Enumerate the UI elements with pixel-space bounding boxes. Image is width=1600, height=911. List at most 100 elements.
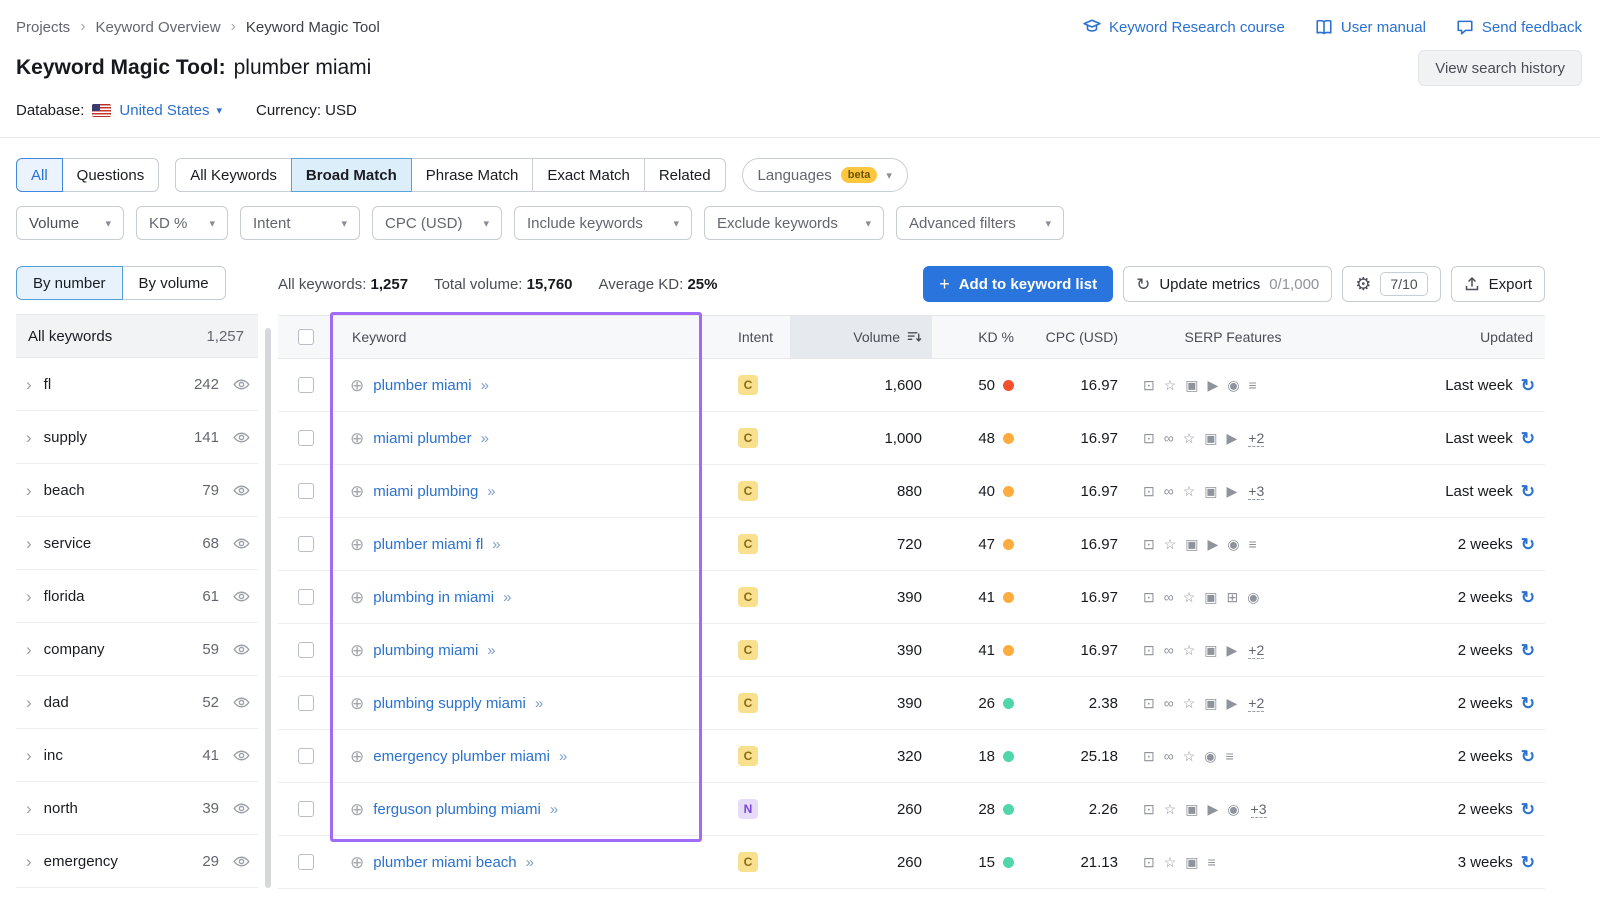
sidebar-group-emergency[interactable]: › emergency 29: [16, 835, 258, 888]
tab-related[interactable]: Related: [644, 158, 726, 192]
send-feedback-link[interactable]: Send feedback: [1456, 18, 1582, 36]
keyword-link[interactable]: miami plumbing: [373, 483, 478, 500]
eye-icon[interactable]: [233, 588, 250, 605]
update-metrics-button[interactable]: ↻ Update metrics 0/1,000: [1123, 266, 1332, 302]
eye-icon[interactable]: [233, 800, 250, 817]
add-keyword-icon[interactable]: ⊕: [350, 430, 364, 447]
sidebar-group-north[interactable]: › north 39: [16, 782, 258, 835]
sidebar-group-dad[interactable]: › dad 52: [16, 676, 258, 729]
keyword-link[interactable]: miami plumber: [373, 430, 471, 447]
serp-more-count[interactable]: +2: [1248, 695, 1264, 712]
sidebar-group-supply[interactable]: › supply 141: [16, 411, 258, 464]
tab-exact-match[interactable]: Exact Match: [532, 158, 645, 192]
open-serp-icon[interactable]: »: [550, 801, 557, 818]
sidebar-group-company[interactable]: › company 59: [16, 623, 258, 676]
breadcrumb-item-keyword-overview[interactable]: Keyword Overview: [96, 19, 221, 36]
sidebar-scrollbar[interactable]: [265, 328, 271, 888]
add-keyword-icon[interactable]: ⊕: [350, 854, 364, 871]
database-select[interactable]: United States ▾: [119, 102, 222, 119]
open-serp-icon[interactable]: »: [487, 483, 494, 500]
column-header-keyword[interactable]: Keyword: [334, 316, 702, 358]
open-serp-icon[interactable]: »: [526, 854, 533, 871]
breadcrumb-item-keyword-magic-tool[interactable]: Keyword Magic Tool: [246, 19, 380, 36]
keyword-link[interactable]: emergency plumber miami: [373, 748, 550, 765]
by-number-toggle[interactable]: By number: [16, 266, 123, 300]
eye-icon[interactable]: [233, 694, 250, 711]
tab-all-keywords[interactable]: All Keywords: [175, 158, 292, 192]
refresh-icon[interactable]: ↻: [1521, 695, 1535, 712]
add-to-keyword-list-button[interactable]: + Add to keyword list: [923, 266, 1113, 302]
row-checkbox[interactable]: [298, 642, 314, 658]
add-keyword-icon[interactable]: ⊕: [350, 483, 364, 500]
row-checkbox[interactable]: [298, 589, 314, 605]
tab-phrase-match[interactable]: Phrase Match: [411, 158, 534, 192]
filter-advanced-filters[interactable]: Advanced filters▾: [896, 206, 1064, 240]
languages-dropdown[interactable]: Languages beta ▾: [742, 158, 908, 192]
serp-more-count[interactable]: +3: [1251, 801, 1267, 818]
open-serp-icon[interactable]: »: [492, 536, 499, 553]
column-header-volume[interactable]: Volume: [790, 316, 932, 358]
add-keyword-icon[interactable]: ⊕: [350, 642, 364, 659]
filter-exclude-keywords[interactable]: Exclude keywords▾: [704, 206, 884, 240]
keyword-link[interactable]: ferguson plumbing miami: [373, 801, 541, 818]
open-serp-icon[interactable]: »: [481, 377, 488, 394]
row-checkbox[interactable]: [298, 695, 314, 711]
refresh-icon[interactable]: ↻: [1521, 377, 1535, 394]
eye-icon[interactable]: [233, 482, 250, 499]
tab-all[interactable]: All: [16, 158, 63, 192]
refresh-icon[interactable]: ↻: [1521, 642, 1535, 659]
keyword-link[interactable]: plumbing miami: [373, 642, 478, 659]
export-button[interactable]: Export: [1451, 266, 1545, 302]
select-all-checkbox[interactable]: [298, 329, 314, 345]
row-checkbox[interactable]: [298, 536, 314, 552]
filter-cpc-usd[interactable]: CPC (USD)▾: [372, 206, 502, 240]
tab-broad-match[interactable]: Broad Match: [291, 158, 412, 192]
row-checkbox[interactable]: [298, 430, 314, 446]
add-keyword-icon[interactable]: ⊕: [350, 748, 364, 765]
eye-icon[interactable]: [233, 747, 250, 764]
keyword-link[interactable]: plumber miami fl: [373, 536, 483, 553]
eye-icon[interactable]: [233, 853, 250, 870]
refresh-icon[interactable]: ↻: [1521, 589, 1535, 606]
refresh-icon[interactable]: ↻: [1521, 801, 1535, 818]
filter-volume[interactable]: Volume▾: [16, 206, 124, 240]
add-keyword-icon[interactable]: ⊕: [350, 695, 364, 712]
serp-more-count[interactable]: +3: [1248, 483, 1264, 500]
row-checkbox[interactable]: [298, 748, 314, 764]
sidebar-group-florida[interactable]: › florida 61: [16, 570, 258, 623]
column-header-serp-features[interactable]: SERP Features: [1126, 316, 1340, 358]
refresh-icon[interactable]: ↻: [1521, 430, 1535, 447]
filter-kd[interactable]: KD %▾: [136, 206, 228, 240]
eye-icon[interactable]: [233, 535, 250, 552]
open-serp-icon[interactable]: »: [481, 430, 488, 447]
row-checkbox[interactable]: [298, 801, 314, 817]
column-header-intent[interactable]: Intent: [702, 316, 790, 358]
keyword-link[interactable]: plumbing supply miami: [373, 695, 526, 712]
tab-questions[interactable]: Questions: [62, 158, 160, 192]
refresh-icon[interactable]: ↻: [1521, 536, 1535, 553]
serp-more-count[interactable]: +2: [1248, 642, 1264, 659]
eye-icon[interactable]: [233, 641, 250, 658]
refresh-icon[interactable]: ↻: [1521, 483, 1535, 500]
sidebar-group-beach[interactable]: › beach 79: [16, 464, 258, 517]
column-header-kd[interactable]: KD %: [932, 316, 1026, 358]
add-keyword-icon[interactable]: ⊕: [350, 377, 364, 394]
sidebar-group-inc[interactable]: › inc 41: [16, 729, 258, 782]
open-serp-icon[interactable]: »: [535, 695, 542, 712]
add-keyword-icon[interactable]: ⊕: [350, 536, 364, 553]
keyword-link[interactable]: plumbing in miami: [373, 589, 494, 606]
open-serp-icon[interactable]: »: [503, 589, 510, 606]
column-header-cpc[interactable]: CPC (USD): [1026, 316, 1126, 358]
row-checkbox[interactable]: [298, 854, 314, 870]
sidebar-group-service[interactable]: › service 68: [16, 517, 258, 570]
by-volume-toggle[interactable]: By volume: [122, 266, 226, 300]
view-search-history-button[interactable]: View search history: [1418, 50, 1582, 86]
breadcrumb-item-projects[interactable]: Projects: [16, 19, 70, 36]
eye-icon[interactable]: [233, 429, 250, 446]
row-checkbox[interactable]: [298, 483, 314, 499]
add-keyword-icon[interactable]: ⊕: [350, 801, 364, 818]
keyword-research-course-link[interactable]: Keyword Research course: [1083, 18, 1285, 36]
filter-intent[interactable]: Intent▾: [240, 206, 360, 240]
user-manual-link[interactable]: User manual: [1315, 18, 1426, 36]
add-keyword-icon[interactable]: ⊕: [350, 589, 364, 606]
